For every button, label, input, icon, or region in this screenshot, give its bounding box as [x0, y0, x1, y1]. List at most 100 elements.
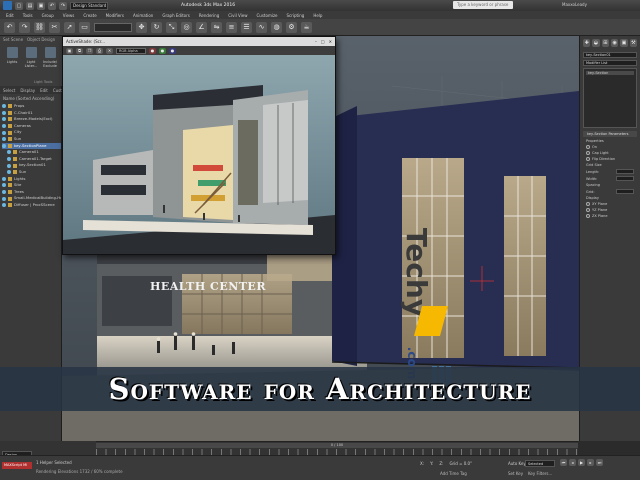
timeline[interactable]: 0 / 100 [96, 441, 578, 455]
visibility-icon[interactable] [7, 157, 11, 162]
app-logo-icon[interactable] [3, 1, 12, 10]
menu-item-rendering[interactable]: Rendering [199, 13, 219, 18]
go-to-start-icon[interactable]: ⏮ [560, 459, 567, 466]
redo-icon[interactable]: ↷ [19, 21, 30, 33]
radio-icon[interactable] [586, 202, 590, 206]
snap-icon[interactable]: ◎ [181, 21, 192, 33]
ribbon-tab-object-design[interactable]: Object Design [27, 37, 55, 42]
menu-item-modifiers[interactable]: Modifiers [106, 13, 124, 18]
rollout-parameters[interactable]: key-Section Parameters [583, 131, 637, 137]
modifier-stack[interactable]: key-Section [583, 68, 637, 128]
link-icon[interactable]: ⛓ [34, 21, 45, 33]
lights-button[interactable]: Lights [4, 47, 20, 68]
explorer-item[interactable]: Site [2, 182, 61, 189]
motion-icon[interactable]: ◉ [610, 39, 619, 47]
display-icon[interactable]: ▣ [620, 39, 628, 47]
explorer-item[interactable]: Camera01.Target [2, 156, 61, 163]
object-name-field[interactable]: key-Section01 [583, 52, 637, 58]
undo-icon[interactable]: ↶ [4, 21, 15, 33]
ribbon-tab-set-scene[interactable]: Set Scene [3, 37, 23, 42]
save-image-icon[interactable]: ▣ [66, 47, 73, 54]
curve-editor-icon[interactable]: ∿ [256, 21, 267, 33]
search-input[interactable]: Type a keyword or phrase [453, 1, 513, 9]
activeshade-titlebar[interactable]: ActiveShade: (Scr... – □ ✕ [63, 37, 335, 46]
red-channel-icon[interactable]: ● [149, 47, 156, 54]
next-frame-icon[interactable]: ▸ [587, 459, 594, 466]
radio-icon[interactable] [586, 145, 590, 149]
go-to-end-icon[interactable]: ⏭ [596, 459, 603, 466]
explorer-tab-select[interactable]: Select [3, 88, 15, 93]
green-channel-icon[interactable]: ● [159, 47, 166, 54]
explorer-item[interactable]: Diffuser | ProcSScene [2, 202, 61, 209]
explorer-item[interactable]: C.Chair01 [2, 110, 61, 117]
explorer-sort-header[interactable]: Name (Sorted Ascending) [0, 94, 61, 103]
activeshade-window[interactable]: ActiveShade: (Scr... – □ ✕ ▣ ⧉ ❐ ⎙ ✕ RGB… [62, 36, 336, 255]
key-filters-button[interactable]: Key Filters... [528, 471, 552, 476]
length-spinner[interactable] [616, 169, 634, 174]
visibility-icon[interactable] [2, 137, 6, 142]
radio-icon[interactable] [586, 208, 590, 212]
maxscript-listener[interactable]: MAXScript Mi [2, 462, 32, 469]
user-name[interactable]: MaxxoLeady [562, 2, 587, 7]
menu-item-animation[interactable]: Animation [133, 13, 153, 18]
clone-window-icon[interactable]: ❐ [86, 47, 93, 54]
open-file-icon[interactable]: ▤ [26, 1, 34, 10]
auto-key-button[interactable]: Auto Key [508, 461, 526, 466]
visibility-icon[interactable] [7, 150, 11, 155]
channel-dropdown[interactable]: RGB Alpha [116, 47, 146, 54]
create-icon[interactable]: ✚ [583, 39, 591, 47]
menu-item-views[interactable]: Views [63, 13, 75, 18]
hierarchy-icon[interactable]: ⊞ [601, 39, 609, 47]
width-spinner[interactable] [616, 176, 634, 181]
coord-z-label[interactable]: Z: [439, 461, 443, 466]
grid-spinner[interactable] [616, 189, 634, 194]
move-icon[interactable]: ✥ [136, 21, 147, 33]
modifier-list-dropdown[interactable]: Modifier List [583, 60, 637, 66]
clear-icon[interactable]: ✕ [106, 47, 113, 54]
prev-frame-icon[interactable]: ◂ [569, 459, 576, 466]
menu-item-customize[interactable]: Customize [257, 13, 278, 18]
menu-item-help[interactable]: Help [313, 13, 322, 18]
visibility-icon[interactable] [7, 170, 11, 175]
visibility-icon[interactable] [2, 124, 6, 129]
visibility-icon[interactable] [2, 143, 6, 148]
minimize-icon[interactable]: – [315, 37, 317, 46]
new-file-icon[interactable]: ▢ [15, 1, 23, 10]
play-icon[interactable]: ▶ [578, 459, 585, 466]
workspace-dropdown[interactable]: Design Standard [70, 1, 108, 10]
print-icon[interactable]: ⎙ [96, 47, 103, 54]
menu-item-graph-editors[interactable]: Graph Editors [162, 13, 189, 18]
explorer-item[interactable]: Breeze-Models(Excl) [2, 116, 61, 123]
rotate-icon[interactable]: ↻ [151, 21, 162, 33]
layer-icon[interactable]: ☰ [241, 21, 252, 33]
radio-icon[interactable] [586, 214, 590, 218]
close-icon[interactable]: ✕ [329, 37, 332, 46]
include-exclude-button[interactable]: Include/ Exclude [42, 47, 58, 68]
visibility-icon[interactable] [2, 104, 6, 109]
explorer-tab-display[interactable]: Display [20, 88, 35, 93]
unlink-icon[interactable]: ✂ [49, 21, 60, 33]
redo-quick-icon[interactable]: ↷ [59, 1, 67, 10]
blue-channel-icon[interactable]: ● [169, 47, 176, 54]
modifier-stack-item[interactable]: key-Section [586, 71, 634, 75]
radio-zx-plane[interactable]: ZX Plane [580, 213, 640, 219]
visibility-icon[interactable] [7, 163, 11, 168]
visibility-icon[interactable] [2, 190, 6, 195]
coord-y-label[interactable]: Y: [430, 461, 433, 466]
align-icon[interactable]: ≡ [226, 21, 237, 33]
explorer-item[interactable]: Small-MedicalBuilding-Hex [2, 195, 61, 202]
radio-icon[interactable] [586, 157, 590, 161]
menu-item-create[interactable]: Create [83, 13, 96, 18]
menu-item-group[interactable]: Group [42, 13, 54, 18]
visibility-icon[interactable] [2, 117, 6, 122]
menu-item-civil-view[interactable]: Civil View [228, 13, 247, 18]
copy-image-icon[interactable]: ⧉ [76, 47, 83, 54]
visibility-icon[interactable] [2, 110, 6, 115]
set-key-button[interactable]: Set Key [508, 471, 523, 476]
maximize-icon[interactable]: □ [321, 37, 325, 46]
explorer-item[interactable]: Props [2, 103, 61, 110]
visibility-icon[interactable] [2, 203, 6, 208]
visibility-icon[interactable] [2, 176, 6, 181]
explorer-item[interactable]: City [2, 129, 61, 136]
material-editor-icon[interactable]: ◍ [271, 21, 282, 33]
